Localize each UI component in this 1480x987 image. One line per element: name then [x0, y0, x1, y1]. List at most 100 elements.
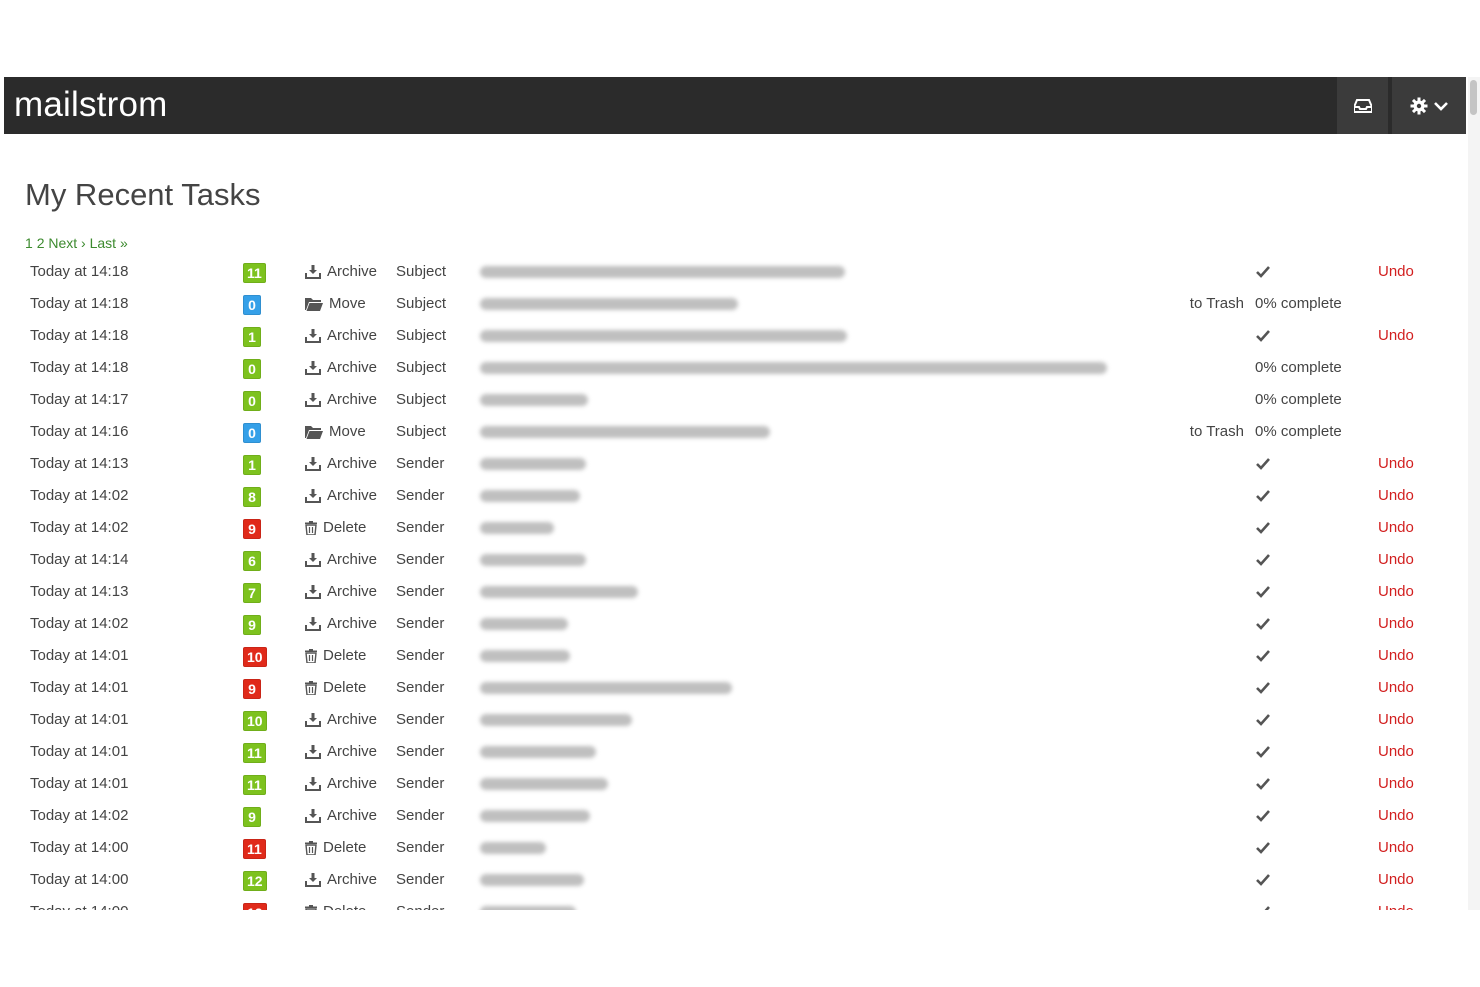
task-time: Today at 14:00 — [30, 871, 129, 888]
check-icon — [1256, 841, 1270, 857]
inbox-button[interactable] — [1337, 77, 1388, 134]
undo-link[interactable]: Undo — [1378, 544, 1414, 576]
app-logo[interactable]: mailstrom — [14, 85, 167, 125]
page-1-link[interactable]: 1 — [25, 235, 33, 251]
undo-link[interactable]: Undo — [1378, 704, 1414, 736]
task-row: Today at 14:18 0 Move Subject to Trash 0% com… — [4, 288, 1466, 320]
match-field: Sender — [396, 775, 445, 792]
inbox-icon — [1353, 98, 1372, 114]
action-archive: Archive — [305, 864, 377, 896]
gear-icon — [1410, 97, 1428, 115]
action-archive: Archive — [305, 480, 377, 512]
undo-link[interactable]: Undo — [1378, 320, 1414, 352]
blurred-detail — [480, 618, 568, 630]
task-time: Today at 14:17 — [30, 391, 129, 408]
action-label: Archive — [327, 359, 378, 376]
archive-icon — [305, 361, 321, 375]
trash-icon — [305, 681, 317, 695]
undo-link[interactable]: Undo — [1378, 768, 1414, 800]
archive-icon — [305, 553, 321, 567]
action-label: Delete — [323, 896, 366, 910]
match-field: Sender — [396, 871, 445, 888]
count-badge: 7 — [243, 583, 261, 603]
task-row: Today at 14:01 10 Delete Sender Undo — [4, 640, 1466, 672]
blurred-detail — [480, 650, 570, 662]
scrollbar-thumb[interactable] — [1470, 80, 1477, 115]
blurred-detail — [480, 490, 580, 502]
undo-link[interactable]: Undo — [1378, 864, 1414, 896]
undo-link[interactable]: Undo — [1378, 640, 1414, 672]
archive-icon — [305, 873, 321, 887]
undo-link[interactable]: Undo — [1378, 448, 1414, 480]
last-page-link[interactable]: Last » — [90, 235, 128, 251]
task-row: Today at 14:02 9 Archive Sender Undo — [4, 608, 1466, 640]
count-badge: 0 — [243, 423, 261, 443]
match-field: Sender — [396, 711, 445, 728]
task-time: Today at 14:01 — [30, 647, 129, 664]
archive-icon — [305, 809, 321, 823]
scrollbar-track[interactable] — [1468, 77, 1480, 910]
count-badge: 12 — [243, 871, 267, 891]
destination-label: to Trash — [1189, 295, 1244, 312]
task-row: Today at 14:02 8 Archive Sender Undo — [4, 480, 1466, 512]
undo-link[interactable]: Undo — [1378, 832, 1414, 864]
task-row: Today at 14:14 6 Archive Sender Undo — [4, 544, 1466, 576]
action-label: Delete — [323, 839, 367, 856]
check-icon — [1256, 713, 1270, 729]
blurred-detail — [480, 586, 638, 598]
archive-icon — [305, 457, 321, 471]
action-archive: Archive — [305, 448, 377, 480]
blurred-detail — [480, 714, 632, 726]
task-row: Today at 14:13 1 Archive Sender Undo — [4, 448, 1466, 480]
task-time: Today at 14:18 — [30, 295, 129, 312]
undo-link[interactable]: Undo — [1378, 480, 1414, 512]
page-2-link[interactable]: 2 — [37, 235, 45, 251]
archive-icon — [305, 329, 321, 343]
settings-menu-button[interactable] — [1392, 77, 1466, 134]
undo-link[interactable]: Undo — [1378, 800, 1414, 832]
next-page-link[interactable]: Next › — [48, 235, 85, 251]
check-icon — [1256, 329, 1270, 345]
undo-link[interactable]: Undo — [1378, 608, 1414, 640]
action-archive: Archive — [305, 736, 377, 768]
blurred-detail — [480, 458, 586, 470]
task-row: Today at 14:00 12 Delete Sender Undo — [4, 896, 1466, 910]
count-badge: 8 — [243, 487, 261, 507]
action-archive: Archive — [305, 576, 377, 608]
undo-link[interactable]: Undo — [1378, 736, 1414, 768]
trash-icon — [305, 649, 317, 663]
undo-link[interactable]: Undo — [1378, 896, 1414, 910]
progress-status: 0% complete — [1255, 359, 1342, 376]
count-badge: 1 — [243, 327, 261, 347]
page-title: My Recent Tasks — [25, 177, 261, 212]
undo-link[interactable]: Undo — [1378, 256, 1414, 288]
top-bar: mailstrom — [4, 77, 1466, 134]
check-icon — [1256, 265, 1270, 281]
archive-icon — [305, 777, 321, 791]
count-badge: 0 — [243, 391, 261, 411]
check-icon — [1256, 553, 1270, 569]
check-icon — [1256, 681, 1270, 697]
action-move: Move — [305, 288, 366, 320]
blurred-detail — [480, 522, 554, 534]
action-label: Archive — [327, 807, 378, 824]
blurred-detail — [480, 426, 770, 438]
task-time: Today at 14:00 — [30, 839, 129, 856]
task-row: Today at 14:16 0 Move Subject to Trash 0% com… — [4, 416, 1466, 448]
blurred-detail — [480, 810, 590, 822]
undo-link[interactable]: Undo — [1378, 576, 1414, 608]
check-icon — [1256, 617, 1270, 633]
blurred-detail — [480, 298, 738, 310]
undo-link[interactable]: Undo — [1378, 672, 1414, 704]
task-time: Today at 14:13 — [30, 583, 129, 600]
action-label: Archive — [327, 487, 378, 504]
undo-link[interactable]: Undo — [1378, 512, 1414, 544]
match-field: Sender — [396, 807, 445, 824]
check-icon — [1256, 777, 1270, 793]
match-field: Subject — [396, 327, 447, 344]
task-row: Today at 14:01 11 Archive Sender Undo — [4, 768, 1466, 800]
blurred-detail — [480, 746, 596, 758]
task-time: Today at 14:00 — [30, 896, 128, 910]
archive-icon — [305, 489, 321, 503]
action-label: Archive — [327, 551, 378, 568]
